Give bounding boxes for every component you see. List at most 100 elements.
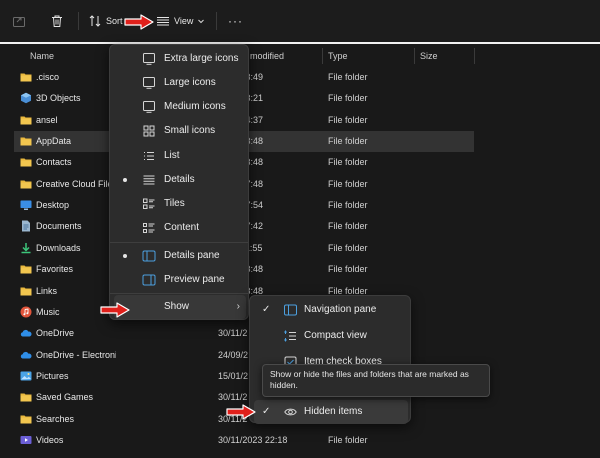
file-name: ansel: [36, 114, 58, 125]
navigation-pane-icon: [284, 304, 297, 316]
view-menu-item-extra-large-icons[interactable]: Extra large icons: [114, 47, 246, 71]
chevron-right-icon: ›: [236, 301, 240, 312]
medium-icons-icon: [142, 101, 156, 113]
column-divider[interactable]: [474, 48, 475, 64]
view-menu-item-small-icons[interactable]: Small icons: [114, 119, 246, 143]
share-button[interactable]: [12, 10, 26, 32]
file-name: Pictures: [36, 370, 69, 381]
music-icon: [20, 306, 32, 318]
trash-icon: [52, 15, 62, 27]
sort-icon: [89, 15, 101, 27]
onedrive-icon: [20, 349, 32, 361]
small-icons-icon: [142, 125, 156, 137]
show-menu-item-navigation-pane[interactable]: ✓ Navigation pane: [254, 298, 408, 322]
view-button[interactable]: View: [156, 10, 205, 32]
content-icon: [142, 222, 156, 234]
menu-item-label: Content: [164, 222, 200, 233]
menu-item-label: Compact view: [304, 330, 367, 341]
annotation-arrow-icon: [124, 14, 154, 30]
3d-objects-icon: [20, 92, 32, 104]
sort-button[interactable]: Sort: [88, 10, 123, 32]
menu-divider: [110, 242, 248, 243]
videos-icon: [20, 434, 32, 446]
file-name: AppData: [36, 136, 72, 147]
file-date-modified: 30/11/2: [218, 328, 248, 339]
sort-label: Sort: [106, 16, 123, 26]
column-header-date[interactable]: modified: [250, 51, 284, 61]
view-menu-item-large-icons[interactable]: Large icons: [114, 71, 246, 95]
column-header-size[interactable]: Size: [420, 51, 438, 61]
annotation-arrow-icon: [226, 404, 256, 420]
file-name: Desktop: [36, 200, 70, 211]
folder-icon: [20, 413, 32, 425]
selected-bullet-icon: [123, 178, 127, 182]
file-type: File folder: [328, 264, 368, 275]
show-menu-item-hidden-items[interactable]: ✓ Hidden items: [254, 400, 408, 424]
view-menu-item-show[interactable]: Show ›: [114, 295, 246, 319]
toolbar-divider: [216, 12, 217, 30]
view-menu-item-preview-pane[interactable]: Preview pane: [114, 268, 246, 292]
column-header-name[interactable]: Name: [30, 51, 54, 61]
show-submenu: ✓ Navigation pane Compact view Item check b…: [249, 295, 411, 424]
tiles-icon: [142, 198, 156, 210]
file-type: File folder: [328, 285, 368, 296]
file-type: File folder: [328, 72, 368, 82]
column-divider[interactable]: [414, 48, 415, 64]
folder-icon: [20, 71, 32, 83]
file-type: File folder: [328, 200, 368, 211]
menu-item-label: Preview pane: [164, 274, 225, 285]
file-name: Favorites: [36, 264, 74, 275]
hidden-items-icon: [284, 406, 297, 418]
folder-icon: [20, 263, 32, 275]
file-name: Links: [36, 285, 58, 296]
menu-item-label: Details pane: [164, 250, 220, 261]
file-type: File folder: [328, 221, 368, 232]
file-name: Searches: [36, 413, 75, 424]
view-menu-item-list[interactable]: List: [114, 144, 246, 168]
preview-pane-icon: [142, 274, 156, 286]
pictures-icon: [20, 370, 32, 382]
menu-item-label: Hidden items: [304, 406, 363, 417]
share-icon: [13, 17, 25, 27]
menu-item-label: Navigation pane: [304, 304, 377, 315]
file-type: File folder: [328, 93, 368, 104]
menu-item-label: List: [164, 150, 180, 161]
menu-item-label: Show: [164, 301, 190, 312]
view-menu-item-details-pane[interactable]: Details pane: [114, 244, 246, 268]
file-type: File folder: [328, 136, 368, 147]
more-options-button[interactable]: ···: [228, 10, 243, 32]
file-name: 3D Objects: [36, 93, 81, 104]
menu-item-label: Tiles: [164, 198, 185, 209]
folder-icon: [20, 285, 32, 297]
folder-icon: [20, 156, 32, 168]
view-menu-item-tiles[interactable]: Tiles: [114, 192, 246, 216]
file-name: OneDrive - Electronic Arts: [36, 349, 116, 360]
file-name: Videos: [36, 434, 64, 445]
file-date-modified: 24/09/2: [218, 349, 249, 360]
table-row[interactable]: Videos 30/11/2023 22:18 File folder: [14, 430, 474, 451]
folder-icon: [20, 178, 32, 190]
view-menu-item-details[interactable]: Details: [114, 168, 246, 192]
compact-view-icon: [284, 330, 297, 342]
delete-button[interactable]: [50, 10, 64, 32]
view-menu-item-content[interactable]: Content: [114, 216, 246, 240]
column-divider[interactable]: [322, 48, 323, 64]
chevron-down-icon: [198, 19, 205, 24]
view-menu-item-medium-icons[interactable]: Medium icons: [114, 95, 246, 119]
file-name: OneDrive: [36, 328, 75, 339]
file-date-modified: 30/11/2023 22:18: [218, 434, 288, 445]
annotation-arrow-icon: [100, 302, 130, 318]
show-menu-item-compact-view[interactable]: Compact view: [254, 324, 408, 348]
downloads-icon: [20, 242, 32, 254]
file-type: File folder: [328, 157, 368, 168]
folder-icon: [20, 114, 32, 126]
list-icon: [142, 150, 156, 162]
file-type: File folder: [328, 178, 368, 189]
checkmark-icon: ✓: [262, 406, 271, 417]
file-name: Contacts: [36, 157, 72, 168]
file-name: Documents: [36, 221, 82, 232]
view-label: View: [174, 16, 194, 26]
column-header-type[interactable]: Type: [328, 51, 348, 61]
menu-item-label: Details: [164, 174, 195, 185]
file-name: .cisco: [36, 72, 60, 82]
